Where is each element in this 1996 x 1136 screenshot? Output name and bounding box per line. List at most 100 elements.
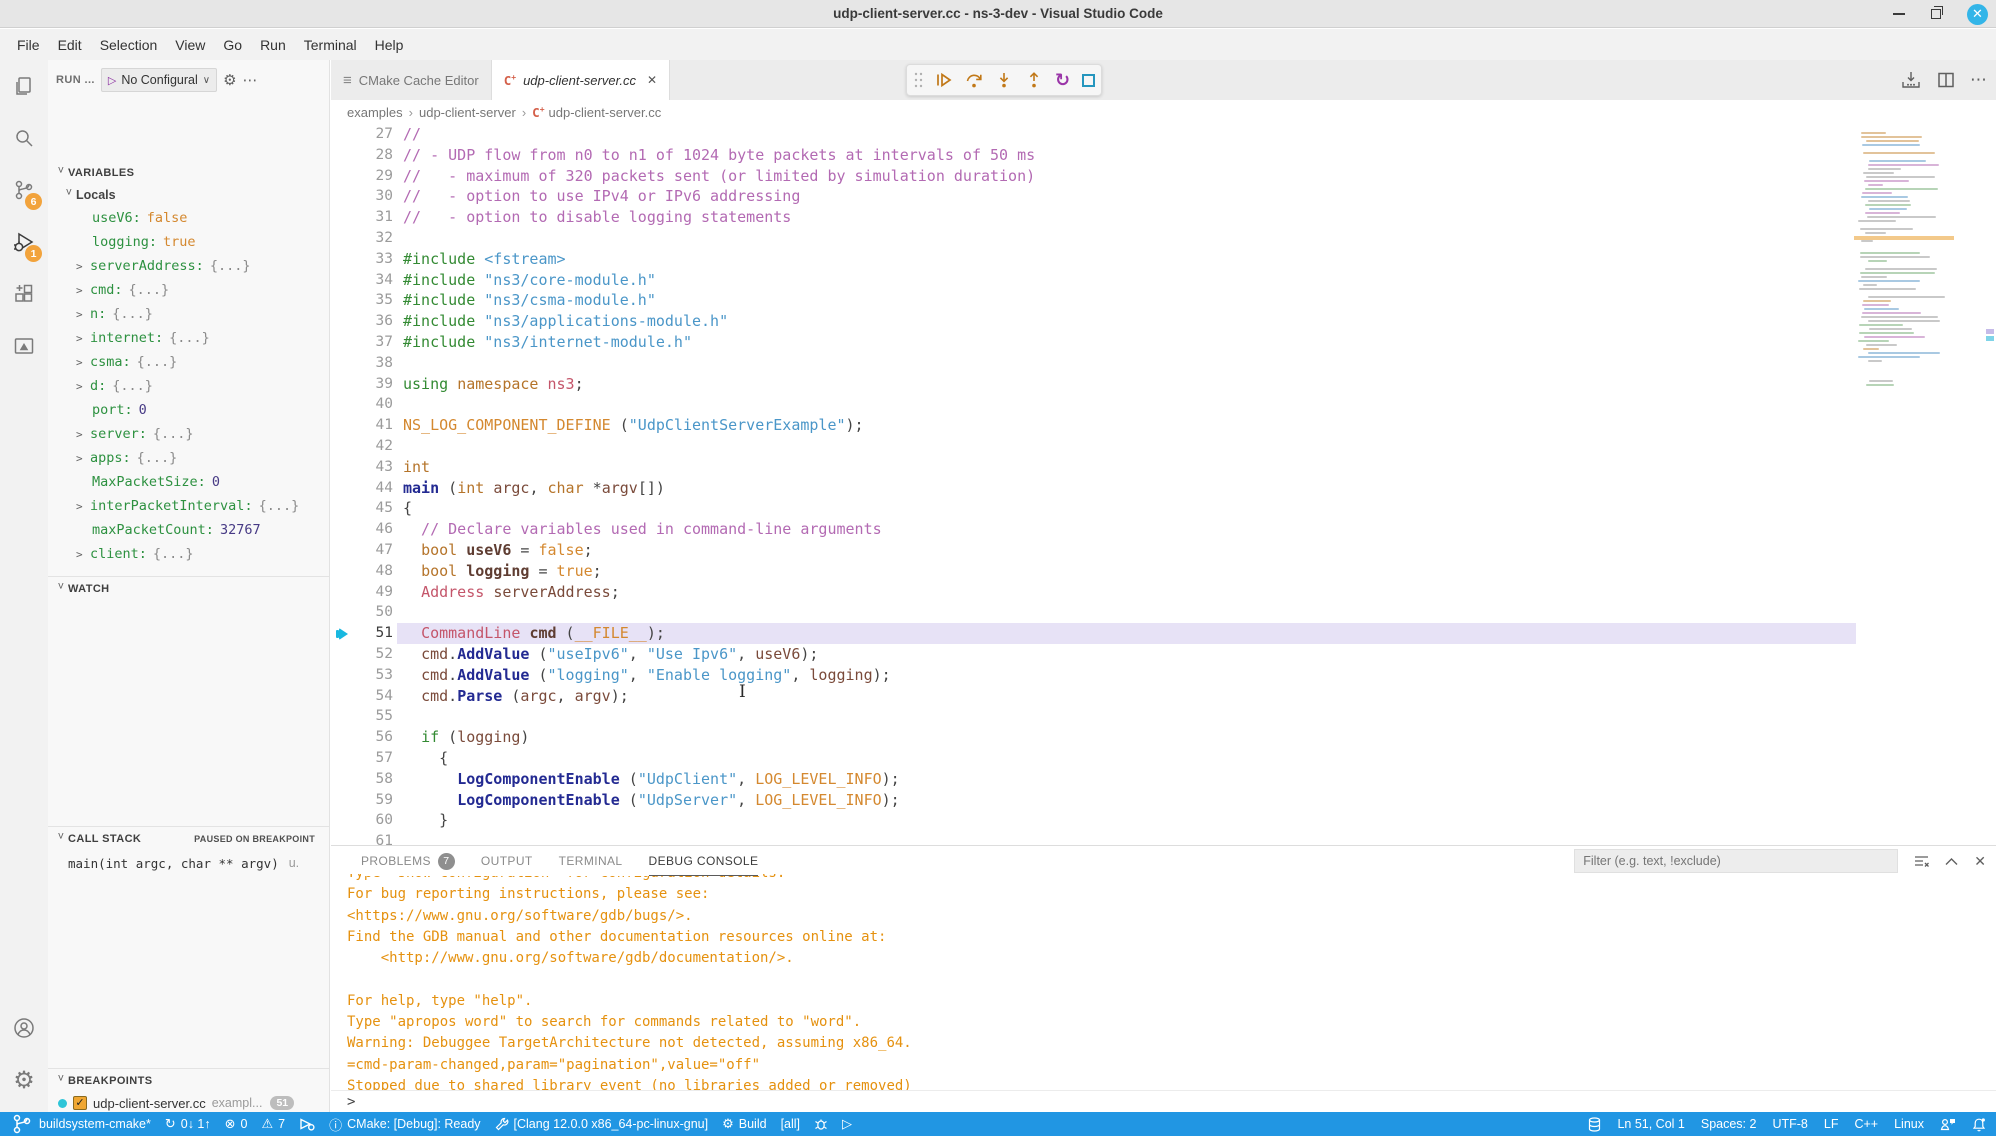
- breakpoints-section-header[interactable]: > BREAKPOINTS: [48, 1070, 329, 1092]
- statusbar-cmake-debug-button[interactable]: [299, 1117, 315, 1131]
- variable-logging[interactable]: logging:true: [48, 230, 329, 254]
- variable-d[interactable]: >d:{...}: [48, 374, 329, 398]
- stop-button[interactable]: [1082, 74, 1095, 87]
- callstack-section-header[interactable]: > CALL STACK PAUSED ON BREAKPOINT: [48, 828, 329, 850]
- activity-extensions[interactable]: [0, 268, 48, 320]
- step-out-button[interactable]: [1025, 71, 1043, 89]
- variable-cmd[interactable]: >cmd:{...}: [48, 278, 329, 302]
- maximize-panel-icon[interactable]: [1945, 857, 1958, 866]
- line-number[interactable]: 41: [331, 415, 393, 436]
- tab-udp-client-server-cc[interactable]: C+ udp-client-server.cc✕: [492, 60, 670, 100]
- panel-tab-output[interactable]: OUTPUT: [481, 846, 533, 876]
- console-filter-input[interactable]: [1574, 849, 1898, 873]
- code-line-49[interactable]: 49 Address serverAddress;: [331, 582, 1996, 603]
- statusbar-cursor-position[interactable]: Ln 51, Col 1: [1617, 1117, 1684, 1131]
- code-line-55[interactable]: 55: [331, 706, 1996, 727]
- line-number[interactable]: 49: [331, 582, 393, 603]
- code-line-47[interactable]: 47 bool useV6 = false;: [331, 540, 1996, 561]
- statusbar-target-os[interactable]: Linux: [1894, 1117, 1924, 1131]
- line-number[interactable]: 61: [331, 831, 393, 845]
- line-number[interactable]: 51: [331, 623, 393, 644]
- line-number[interactable]: 53: [331, 665, 393, 686]
- statusbar-error-count[interactable]: ⊗0: [225, 1116, 248, 1132]
- code-line-43[interactable]: 43int: [331, 457, 1996, 478]
- clear-console-icon[interactable]: [1914, 854, 1929, 869]
- code-line-53[interactable]: 53 cmd.AddValue ("logging", "Enable logg…: [331, 665, 1996, 686]
- line-number[interactable]: 55: [331, 706, 393, 727]
- variable-apps[interactable]: >apps:{...}: [48, 446, 329, 470]
- line-number[interactable]: 32: [331, 228, 393, 249]
- code-line-50[interactable]: 50: [331, 602, 1996, 623]
- panel-tab-debug-console[interactable]: DEBUG CONSOLE: [649, 846, 759, 876]
- code-line-41[interactable]: 41NS_LOG_COMPONENT_DEFINE ("UdpClientSer…: [331, 415, 1996, 436]
- step-over-button[interactable]: [965, 71, 983, 89]
- statusbar-cmake-kit[interactable]: [Clang 12.0.0 x86_64-pc-linux-gnu]: [495, 1117, 709, 1131]
- minimize-icon[interactable]: [1893, 13, 1905, 15]
- statusbar-cmake-build-target[interactable]: [all]: [781, 1117, 800, 1131]
- activity-search[interactable]: [0, 112, 48, 164]
- line-number[interactable]: 27: [331, 124, 393, 145]
- code-line-61[interactable]: 61: [331, 831, 1996, 845]
- variable-internet[interactable]: >internet:{...}: [48, 326, 329, 350]
- activity-run-debug[interactable]: 1: [0, 216, 48, 268]
- locals-scope[interactable]: > Locals: [48, 184, 116, 206]
- run-file-icon[interactable]: [1900, 70, 1922, 90]
- statusbar-warning-count[interactable]: ⚠7: [262, 1116, 286, 1132]
- breadcrumb-item[interactable]: C+udp-client-server.cc: [532, 104, 661, 119]
- statusbar-eol[interactable]: LF: [1824, 1117, 1839, 1131]
- variable-server[interactable]: >server:{...}: [48, 422, 329, 446]
- statusbar-cmake-launch-button[interactable]: ▷: [842, 1116, 852, 1132]
- statusbar-feedback[interactable]: [1940, 1117, 1956, 1131]
- variable-port[interactable]: port:0: [48, 398, 329, 422]
- line-number[interactable]: 28: [331, 145, 393, 166]
- line-number[interactable]: 54: [331, 686, 393, 707]
- activity-explorer[interactable]: [0, 60, 48, 112]
- statusbar-cmake-status[interactable]: ⓘCMake: [Debug]: Ready: [329, 1115, 480, 1134]
- variable-n[interactable]: >n:{...}: [48, 302, 329, 326]
- activity-account[interactable]: [0, 1002, 48, 1054]
- line-number[interactable]: 59: [331, 790, 393, 811]
- line-number[interactable]: 39: [331, 374, 393, 395]
- code-line-31[interactable]: 31// - option to disable logging stateme…: [331, 207, 1996, 228]
- code-line-44[interactable]: 44main (int argc, char *argv[]): [331, 478, 1996, 499]
- variable-maxPacketCount[interactable]: maxPacketCount:32767: [48, 518, 329, 542]
- line-number[interactable]: 42: [331, 436, 393, 457]
- line-number[interactable]: 35: [331, 290, 393, 311]
- line-number[interactable]: 57: [331, 748, 393, 769]
- statusbar-sync-status[interactable]: ↻0↓ 1↑: [165, 1116, 211, 1132]
- code-line-38[interactable]: 38: [331, 353, 1996, 374]
- line-number[interactable]: 33: [331, 249, 393, 270]
- variable-client[interactable]: >client:{...}: [48, 542, 329, 566]
- continue-button[interactable]: [935, 71, 953, 89]
- code-line-59[interactable]: 59 LogComponentEnable ("UdpServer", LOG_…: [331, 790, 1996, 811]
- code-line-42[interactable]: 42: [331, 436, 1996, 457]
- breadcrumb-item[interactable]: examples: [347, 105, 403, 120]
- line-number[interactable]: 46: [331, 519, 393, 540]
- line-number[interactable]: 37: [331, 332, 393, 353]
- line-number[interactable]: 52: [331, 644, 393, 665]
- variable-serverAddress[interactable]: >serverAddress:{...}: [48, 254, 329, 278]
- menu-view[interactable]: View: [166, 29, 214, 60]
- code-line-34[interactable]: 34#include "ns3/core-module.h": [331, 270, 1996, 291]
- close-tab-icon[interactable]: ✕: [647, 73, 657, 87]
- line-number[interactable]: 60: [331, 810, 393, 831]
- code-line-52[interactable]: 52 cmd.AddValue ("useIpv6", "Use Ipv6", …: [331, 644, 1996, 665]
- line-number[interactable]: 31: [331, 207, 393, 228]
- code-line-48[interactable]: 48 bool logging = true;: [331, 561, 1996, 582]
- code-line-46[interactable]: 46 // Declare variables used in command-…: [331, 519, 1996, 540]
- line-number[interactable]: 36: [331, 311, 393, 332]
- menu-go[interactable]: Go: [214, 29, 251, 60]
- line-number[interactable]: 34: [331, 270, 393, 291]
- code-line-57[interactable]: 57 {: [331, 748, 1996, 769]
- code-line-39[interactable]: 39using namespace ns3;: [331, 374, 1996, 395]
- code-line-32[interactable]: 32: [331, 228, 1996, 249]
- stack-frame[interactable]: main(int argc, char ** argv) u.: [48, 852, 329, 874]
- line-number[interactable]: 47: [331, 540, 393, 561]
- statusbar-notifications[interactable]: [1972, 1117, 1986, 1132]
- code-line-60[interactable]: 60 }: [331, 810, 1996, 831]
- statusbar-indentation[interactable]: Spaces: 2: [1701, 1117, 1757, 1131]
- code-line-45[interactable]: 45{: [331, 498, 1996, 519]
- menu-help[interactable]: Help: [366, 29, 413, 60]
- menu-run[interactable]: Run: [251, 29, 295, 60]
- split-editor-icon[interactable]: [1936, 70, 1956, 90]
